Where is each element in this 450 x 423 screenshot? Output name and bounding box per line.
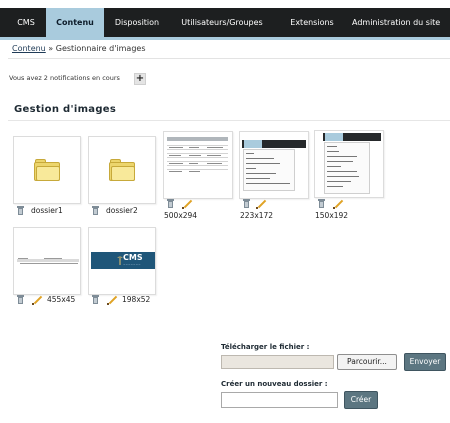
thumbnail-menu-preview <box>323 133 381 195</box>
folder-icon <box>109 159 135 181</box>
thumbnail-table-preview <box>167 137 228 192</box>
file-path-field[interactable] <box>221 355 334 369</box>
delete-icon[interactable] <box>167 199 174 208</box>
breadcrumb-divider <box>8 58 450 59</box>
nav-tab-cms[interactable]: CMS <box>7 8 45 37</box>
breadcrumb-separator: » <box>48 44 54 53</box>
nav-tab-contenu[interactable]: Contenu <box>46 8 104 37</box>
delete-icon[interactable] <box>243 199 250 208</box>
edit-icon[interactable] <box>256 199 267 209</box>
image-thumbnail[interactable] <box>13 227 81 295</box>
top-navigation-bar: CMS Contenu Disposition Utilisateurs/Gro… <box>0 8 450 40</box>
breadcrumb-current: Gestionnaire d'images <box>55 44 146 53</box>
folder-name[interactable]: dossier1 <box>31 206 63 215</box>
cms-logo-text: CMS <box>123 253 143 262</box>
thumbnail-menu-preview <box>242 140 306 192</box>
image-thumbnail[interactable] <box>163 131 233 199</box>
section-divider <box>8 120 450 121</box>
nav-tab-disposition[interactable]: Disposition <box>108 8 166 37</box>
expand-notifications-button[interactable]: + <box>134 73 146 85</box>
image-thumbnail[interactable] <box>314 130 384 198</box>
image-dimensions: 198x52 <box>122 295 151 304</box>
nav-tab-utilisateurs-groupes[interactable]: Utilisateurs/Groupes <box>172 8 272 37</box>
delete-icon[interactable] <box>92 206 99 215</box>
thumbnail-wide-preview <box>17 259 79 262</box>
delete-icon[interactable] <box>17 206 24 215</box>
delete-icon[interactable] <box>17 295 24 304</box>
nav-tab-extensions[interactable]: Extensions <box>280 8 344 37</box>
folder-tile-dossier2[interactable] <box>88 136 156 204</box>
folder-tile-dossier1[interactable] <box>13 136 81 204</box>
browse-button[interactable]: Parcourir... <box>337 354 397 370</box>
folder-icon <box>34 159 60 181</box>
image-thumbnail[interactable]: CMS ~~~~~~~ <box>88 227 156 295</box>
edit-icon[interactable] <box>107 295 118 305</box>
upload-file-label: Télécharger le fichier : <box>221 343 310 351</box>
nav-tab-administration-du-site[interactable]: Administration du site <box>352 8 450 37</box>
new-folder-label: Créer un nouveau dossier : <box>221 380 328 388</box>
edit-icon[interactable] <box>182 199 193 209</box>
image-dimensions: 223x172 <box>240 211 274 220</box>
new-folder-input[interactable] <box>221 392 338 408</box>
image-dimensions: 500x294 <box>164 211 198 220</box>
folder-name[interactable]: dossier2 <box>106 206 138 215</box>
page-title: Gestion d'images <box>14 104 117 115</box>
cms-logo-tagline: ~~~~~~~ <box>123 262 141 266</box>
image-dimensions: 150x192 <box>315 211 349 220</box>
create-folder-button[interactable]: Créer <box>344 391 378 409</box>
image-dimensions: 455x45 <box>47 295 76 304</box>
cms-logo-thumbnail: CMS ~~~~~~~ <box>91 252 155 269</box>
breadcrumb-link-contenu[interactable]: Contenu <box>12 44 46 53</box>
edit-icon[interactable] <box>32 295 43 305</box>
delete-icon[interactable] <box>92 295 99 304</box>
image-thumbnail[interactable] <box>239 131 309 199</box>
notifications-text: Vous avez 2 notifications en cours <box>9 74 120 82</box>
delete-icon[interactable] <box>318 199 325 208</box>
edit-icon[interactable] <box>333 199 344 209</box>
breadcrumb: Contenu » Gestionnaire d'images <box>12 44 146 53</box>
send-button[interactable]: Envoyer <box>404 353 446 371</box>
